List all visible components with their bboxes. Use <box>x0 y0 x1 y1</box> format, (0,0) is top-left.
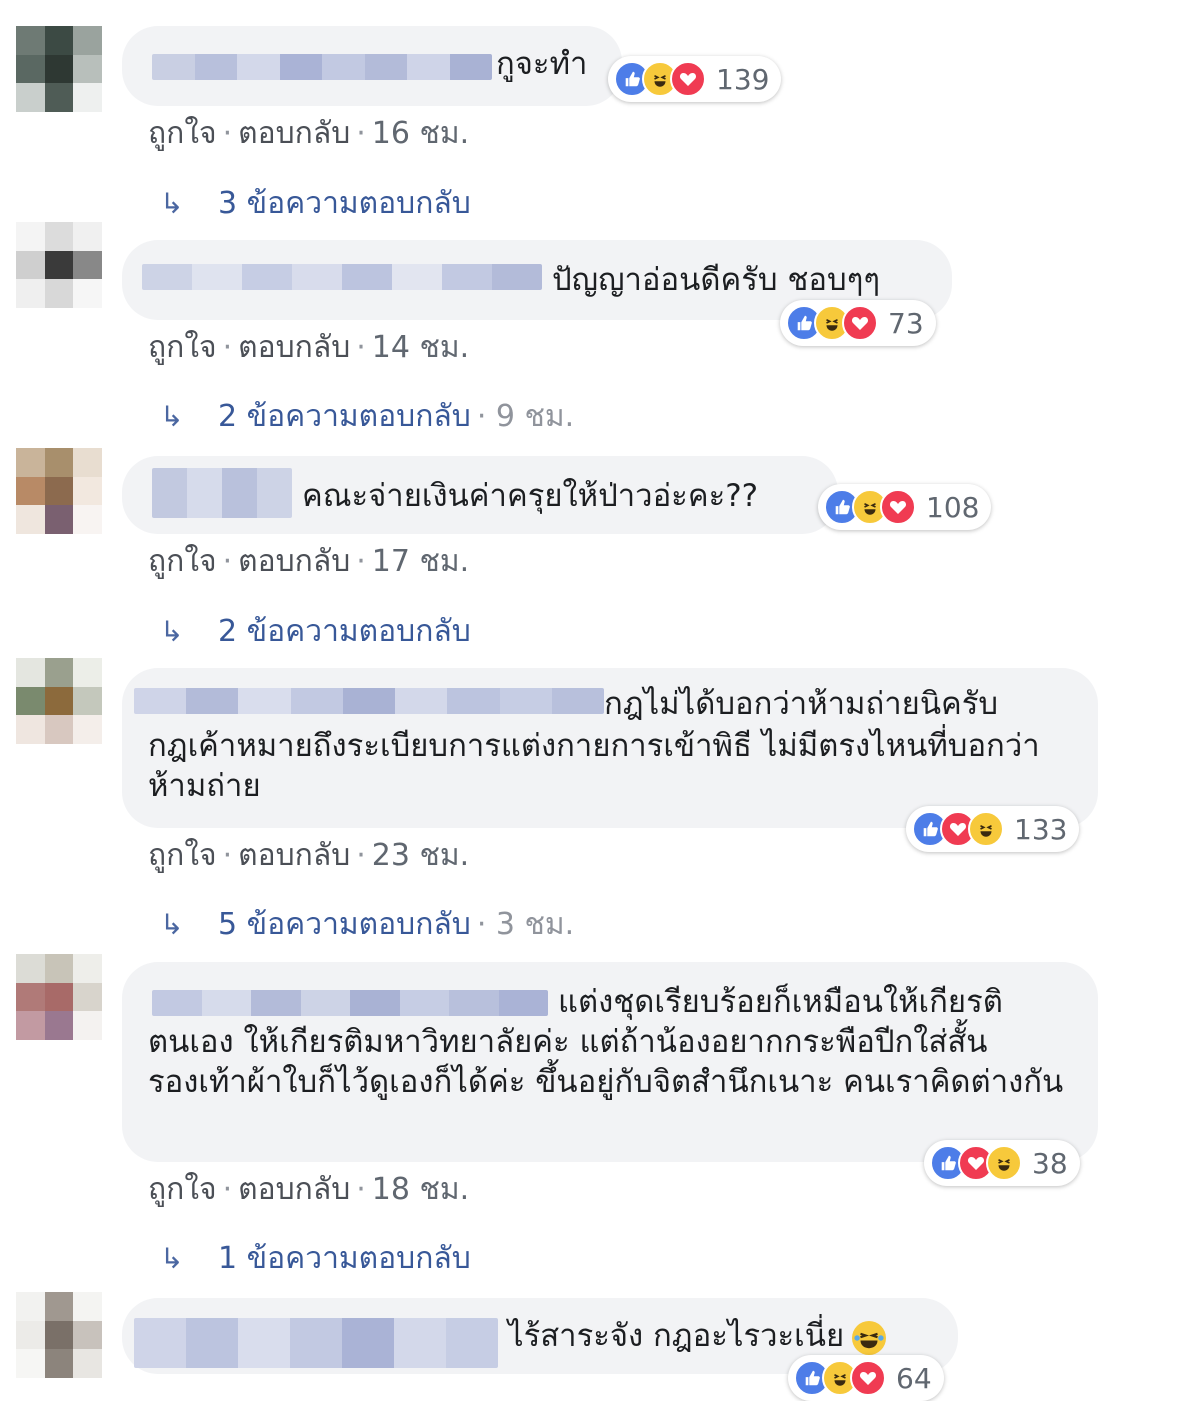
view-replies[interactable]: ↳ 3 ข้อความตอบกลับ <box>160 180 471 227</box>
separator: · <box>356 116 366 151</box>
avatar[interactable] <box>16 222 102 308</box>
separator: · <box>222 116 233 151</box>
commenter-name-blurred[interactable] <box>152 990 548 1016</box>
reaction-count: 73 <box>888 306 924 340</box>
reaction-summary[interactable]: 73 <box>780 300 936 346</box>
separator: · <box>356 838 366 873</box>
comment-text-value: ไร้สาระจัง กฎอะไรวะเนี่ย <box>508 1318 845 1354</box>
comment-bubble: แต่งชุดเรียบร้อยก็เหมือนให้เกียรติ ตนเอง… <box>122 962 1098 1162</box>
comment-text-line: กฎไม่ได้บอกว่าห้ามถ่ายนิครับ <box>604 686 999 722</box>
separator: · <box>476 907 487 942</box>
reaction-count: 108 <box>926 490 980 524</box>
view-replies[interactable]: ↳ 2 ข้อความตอบกลับ · 9 ชม. <box>160 393 574 440</box>
comment-actions: ถูกใจ · ตอบกลับ · 23 ชม. <box>148 832 469 879</box>
comment-actions: ถูกใจ · ตอบกลับ · 17 ชม. <box>148 538 469 585</box>
comment-bubble: กฎไม่ได้บอกว่าห้ามถ่ายนิครับ กฎเค้าหมายถ… <box>122 668 1098 828</box>
like-link[interactable]: ถูกใจ <box>148 330 217 365</box>
comment-text: ไร้สาระจัง กฎอะไรวะเนี่ย <box>508 1316 887 1356</box>
avatar[interactable] <box>16 658 102 744</box>
reply-link[interactable]: ตอบกลับ <box>238 1172 350 1207</box>
replies-time-value: 9 ชม. <box>495 399 575 434</box>
reply-link[interactable]: ตอบกลับ <box>238 116 350 151</box>
reaction-count: 64 <box>896 1361 932 1395</box>
view-replies[interactable]: ↳ 2 ข้อความตอบกลับ <box>160 608 471 655</box>
comment-text: ตนเอง ให้เกียรติมหาวิทยาลัยค่ะ แต่ถ้าน้อ… <box>148 1024 1064 1100</box>
comment-text: กูจะทำ <box>496 46 588 82</box>
comment-actions: ถูกใจ · ตอบกลับ · 14 ชม. <box>148 324 469 371</box>
love-icon <box>670 61 706 97</box>
comment-actions: ถูกใจ · ตอบกลับ · 16 ชม. <box>148 110 469 157</box>
love-icon <box>880 489 916 525</box>
reply-link[interactable]: ตอบกลับ <box>238 544 350 579</box>
like-link[interactable]: ถูกใจ <box>148 838 217 873</box>
comment-time[interactable]: 23 ชม. <box>372 838 469 873</box>
commenter-name-blurred[interactable] <box>152 54 492 80</box>
separator: · <box>222 544 233 579</box>
avatar[interactable] <box>16 448 102 534</box>
avatar[interactable] <box>16 1292 102 1378</box>
replies-time: · 9 ชม. <box>477 393 574 440</box>
reply-arrow-icon: ↳ <box>160 1242 184 1275</box>
reaction-summary[interactable]: 108 <box>818 484 992 530</box>
reply-link[interactable]: ตอบกลับ <box>238 330 350 365</box>
reaction-summary[interactable]: 64 <box>788 1355 944 1401</box>
reply-arrow-icon: ↳ <box>160 400 184 433</box>
haha-icon <box>968 811 1004 847</box>
comment-text: ปัญญาอ่อนดีครับ ชอบๆๆ <box>552 262 881 298</box>
comment-time[interactable]: 14 ชม. <box>372 330 469 365</box>
avatar[interactable] <box>16 954 102 1040</box>
separator: · <box>222 1172 233 1207</box>
view-replies[interactable]: ↳ 1 ข้อความตอบกลับ <box>160 1235 471 1282</box>
like-link[interactable]: ถูกใจ <box>148 544 217 579</box>
comment-text: คณะจ่ายเงินค่าครุยให้ป่าวอ่ะคะ?? <box>302 478 759 514</box>
comment-text-line: แต่งชุดเรียบร้อยก็เหมือนให้เกียรติ <box>558 984 1003 1020</box>
reaction-count: 139 <box>716 62 770 96</box>
reaction-count: 38 <box>1032 1146 1068 1180</box>
separator: · <box>356 330 366 365</box>
reaction-summary[interactable]: 38 <box>924 1140 1080 1186</box>
commenter-name-blurred[interactable] <box>134 688 604 714</box>
reaction-summary[interactable]: 133 <box>906 806 1080 852</box>
comment-time[interactable]: 16 ชม. <box>372 116 469 151</box>
replies-link[interactable]: 3 ข้อความตอบกลับ <box>218 180 471 227</box>
reaction-count: 133 <box>1014 812 1068 846</box>
view-replies[interactable]: ↳ 5 ข้อความตอบกลับ · 3 ชม. <box>160 901 574 948</box>
like-link[interactable]: ถูกใจ <box>148 1172 217 1207</box>
comment-time[interactable]: 18 ชม. <box>372 1172 469 1207</box>
reply-link[interactable]: ตอบกลับ <box>238 838 350 873</box>
separator: · <box>476 399 487 434</box>
reply-arrow-icon: ↳ <box>160 615 184 648</box>
commenter-name-blurred[interactable] <box>142 264 542 290</box>
comment-time[interactable]: 17 ชม. <box>372 544 469 579</box>
replies-time: · 3 ชม. <box>477 901 574 948</box>
commenter-name-blurred[interactable] <box>134 1318 498 1368</box>
comment-actions: ถูกใจ · ตอบกลับ · 18 ชม. <box>148 1166 469 1213</box>
separator: · <box>222 838 233 873</box>
comment-bubble: กูจะทำ <box>122 26 622 106</box>
separator: · <box>356 1172 366 1207</box>
separator: · <box>356 544 366 579</box>
replies-link[interactable]: 2 ข้อความตอบกลับ <box>218 608 471 655</box>
reply-arrow-icon: ↳ <box>160 187 184 220</box>
haha-icon <box>986 1145 1022 1181</box>
replies-time-value: 3 ชม. <box>495 907 575 942</box>
reply-arrow-icon: ↳ <box>160 908 184 941</box>
separator: · <box>222 330 233 365</box>
replies-link[interactable]: 2 ข้อความตอบกลับ <box>218 393 471 440</box>
laughing-emoji-icon <box>852 1320 887 1355</box>
love-icon <box>842 305 878 341</box>
reaction-summary[interactable]: 139 <box>608 56 782 102</box>
commenter-name-blurred[interactable] <box>152 468 292 518</box>
comment-bubble: คณะจ่ายเงินค่าครุยให้ป่าวอ่ะคะ?? <box>122 456 838 534</box>
like-link[interactable]: ถูกใจ <box>148 116 217 151</box>
avatar[interactable] <box>16 26 102 112</box>
replies-link[interactable]: 5 ข้อความตอบกลับ <box>218 901 471 948</box>
replies-link[interactable]: 1 ข้อความตอบกลับ <box>218 1235 471 1282</box>
comment-text: กฎเค้าหมายถึงระเบียบการแต่งกายการเข้าพิธ… <box>148 728 1040 804</box>
